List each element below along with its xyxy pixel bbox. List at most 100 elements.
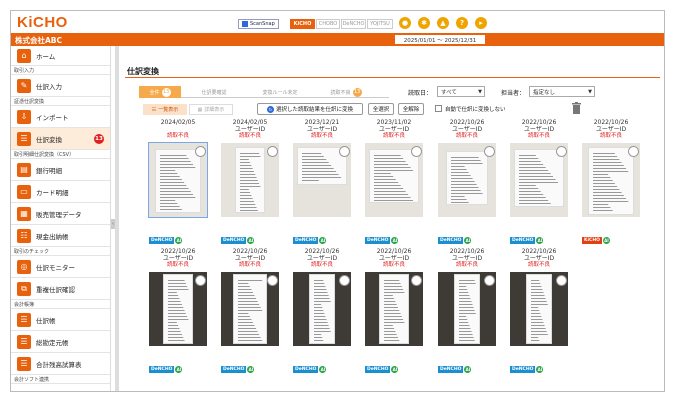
- receipt-card[interactable]: 2022/10/26 ユーザーID 読取不良 DeNCHO AI: [363, 248, 425, 378]
- receipt-line: [531, 328, 546, 329]
- receipt-date: 2022/10/26: [593, 119, 629, 126]
- receipt-line: [531, 289, 543, 290]
- logout-icon[interactable]: ▸: [475, 17, 487, 29]
- tab-all[interactable]: 全件 13: [139, 86, 181, 98]
- fiscal-period[interactable]: 2025/01/01 〜 2025/12/31: [395, 35, 485, 44]
- receipt-line: [451, 169, 467, 170]
- sidebar-item-journal-entry[interactable]: ✎ 仕訳入力: [11, 75, 110, 97]
- select-checkbox[interactable]: [195, 275, 206, 286]
- receipt-line: [238, 280, 263, 281]
- sidebar-item-home[interactable]: ⌂ ホーム: [11, 46, 110, 66]
- sidebar-item-bank[interactable]: ▤ 銀行明細: [11, 159, 110, 181]
- select-checkbox[interactable]: [267, 146, 278, 157]
- scansnap-button[interactable]: ScanSnap: [238, 19, 279, 29]
- product-tab-dencho[interactable]: DeNCHO: [341, 19, 366, 29]
- pencil-icon: ✎: [17, 78, 31, 93]
- receipt-line: [160, 188, 189, 189]
- receipt-user: ユーザーID: [306, 126, 338, 133]
- receipt-card[interactable]: 2023/12/21 ユーザーID 読取不良 DeNCHO AI: [291, 119, 353, 249]
- bell-icon[interactable]: ▲: [437, 17, 449, 29]
- convert-selected-button[interactable]: ↻ 選択した読取結果を仕訳に変換: [257, 103, 363, 115]
- receipt-line: [451, 157, 479, 158]
- receipt-line: [374, 191, 406, 192]
- receipt-date: 2022/10/26: [304, 248, 340, 255]
- view-list-button[interactable]: ☷ 一覧表示: [143, 104, 187, 115]
- receipt-card[interactable]: 2022/10/26 ユーザーID 読取不良 DeNCHO AI: [508, 119, 570, 249]
- company-bar: 株式会社ABC 2025/01/01 〜 2025/12/31: [11, 33, 664, 46]
- receipt-line: [160, 182, 185, 183]
- tab-label: 読取不良: [330, 89, 351, 96]
- receipt-card[interactable]: 2024/02/05 読取不良 DeNCHO AI: [147, 119, 209, 249]
- receipt-card[interactable]: 2022/10/26 ユーザーID 読取不良 DeNCHO AI: [147, 248, 209, 378]
- receipt-card[interactable]: 2022/10/26 ユーザーID 読取不良 DeNCHO AI: [436, 248, 498, 378]
- select-checkbox[interactable]: [339, 275, 350, 286]
- trash-icon[interactable]: [572, 102, 581, 114]
- ai-badge-icon: AI: [602, 237, 610, 244]
- select-checkbox[interactable]: [628, 146, 639, 157]
- select-checkbox[interactable]: [411, 146, 422, 157]
- select-checkbox[interactable]: [556, 275, 567, 286]
- receipt-line: [451, 172, 469, 173]
- tab-needs-review[interactable]: 仕訳要確認: [181, 86, 247, 98]
- select-checkbox[interactable]: [267, 275, 278, 286]
- deselect-all-button[interactable]: 全解除: [398, 103, 424, 115]
- balance-icon: ☰: [17, 356, 31, 371]
- receipt-line: [451, 178, 473, 179]
- receipt-line: [593, 186, 618, 187]
- sidebar-item-cashbook[interactable]: ☷ 現金出納帳: [11, 225, 110, 247]
- kicho-logo[interactable]: KiCHO: [17, 14, 68, 31]
- ai-badge-icon: AI: [319, 366, 327, 373]
- sidebar-item-card[interactable]: ▭ カード明細: [11, 181, 110, 203]
- help-icon[interactable]: ?: [456, 17, 468, 29]
- sidebar-item-monitor[interactable]: ◎ 仕訳モニター: [11, 256, 110, 278]
- sidebar-item-journal-conversion[interactable]: ☰ 仕訳変換 13: [11, 128, 110, 150]
- select-checkbox[interactable]: [484, 146, 495, 157]
- select-checkbox[interactable]: [195, 146, 206, 157]
- receipt-line: [238, 304, 260, 305]
- sidebar-item-journal[interactable]: ☰ 仕訳帳: [11, 309, 110, 331]
- product-tab-chobo[interactable]: CHOBO: [316, 19, 340, 29]
- receipt-line: [384, 325, 393, 326]
- tab-rule-undecided[interactable]: 変換ルール未定: [247, 86, 313, 98]
- company-name: 株式会社ABC: [15, 36, 63, 45]
- receipt-line: [168, 331, 181, 332]
- receipt-card[interactable]: 2022/10/26 ユーザーID 読取不良 DeNCHO AI: [436, 119, 498, 249]
- receipt-line: [168, 319, 189, 320]
- receipt-line: [374, 158, 404, 159]
- tab-read-error[interactable]: 読取不良 13: [313, 86, 379, 98]
- sidebar-item-duplicate[interactable]: ⧉ 重複仕訳確認: [11, 278, 110, 300]
- receipt-card[interactable]: 2022/10/26 ユーザーID 読取不良 DeNCHO AI: [219, 248, 281, 378]
- receipt-card[interactable]: 2024/02/05 ユーザーID 読取不良 DeNCHO AI: [219, 119, 281, 249]
- receipt-line: [374, 164, 409, 165]
- sidebar-section: 証憑仕訳変換: [11, 97, 110, 106]
- sidebar-item-sales[interactable]: ▦ 販売管理データ: [11, 203, 110, 225]
- receipt-line: [314, 328, 330, 329]
- product-tab-kicho[interactable]: KiCHO: [290, 19, 315, 29]
- select-all-button[interactable]: 全選択: [368, 103, 394, 115]
- receipt-card[interactable]: 2023/11/02 ユーザーID 読取不良 DeNCHO AI: [363, 119, 425, 249]
- select-checkbox[interactable]: [484, 275, 495, 286]
- person-circle-icon[interactable]: ●: [399, 17, 411, 29]
- receipt-line: [168, 340, 185, 341]
- sidebar-item-ledger[interactable]: ☰ 総勘定元帳: [11, 331, 110, 353]
- view-detail-button[interactable]: ▦ 詳細表示: [189, 104, 233, 115]
- select-checkbox[interactable]: [339, 146, 350, 157]
- receipt-line: [160, 206, 180, 207]
- service-tag: DeNCHO: [510, 237, 536, 244]
- home-icon: ⌂: [17, 48, 31, 63]
- receipt-line: [531, 319, 543, 320]
- select-checkbox[interactable]: [556, 146, 567, 157]
- read-date-select[interactable]: すべて ▼: [437, 86, 485, 97]
- assignee-select[interactable]: 指定なし ▼: [529, 86, 595, 97]
- select-checkbox[interactable]: [411, 275, 422, 286]
- gear-icon[interactable]: ✱: [418, 17, 430, 29]
- product-tab-yojitsu[interactable]: YOJITSU: [367, 19, 393, 29]
- auto-convert-checkbox[interactable]: [435, 105, 442, 112]
- ai-badge-icon: AI: [319, 237, 327, 244]
- receipt-card[interactable]: 2022/10/26 ユーザーID 読取不良 DeNCHO AI: [508, 248, 570, 378]
- receipt-card[interactable]: 2022/10/26 ユーザーID 読取不良 KiCHO AI: [580, 119, 642, 249]
- sidebar-item-trial-balance[interactable]: ☰ 合計残高試算表: [11, 353, 110, 375]
- sidebar-item-import[interactable]: ⇩ インポート: [11, 106, 110, 128]
- receipt-card[interactable]: 2022/10/26 ユーザーID 読取不良 DeNCHO AI: [291, 248, 353, 378]
- receipt-tags: DeNCHO AI: [438, 237, 472, 244]
